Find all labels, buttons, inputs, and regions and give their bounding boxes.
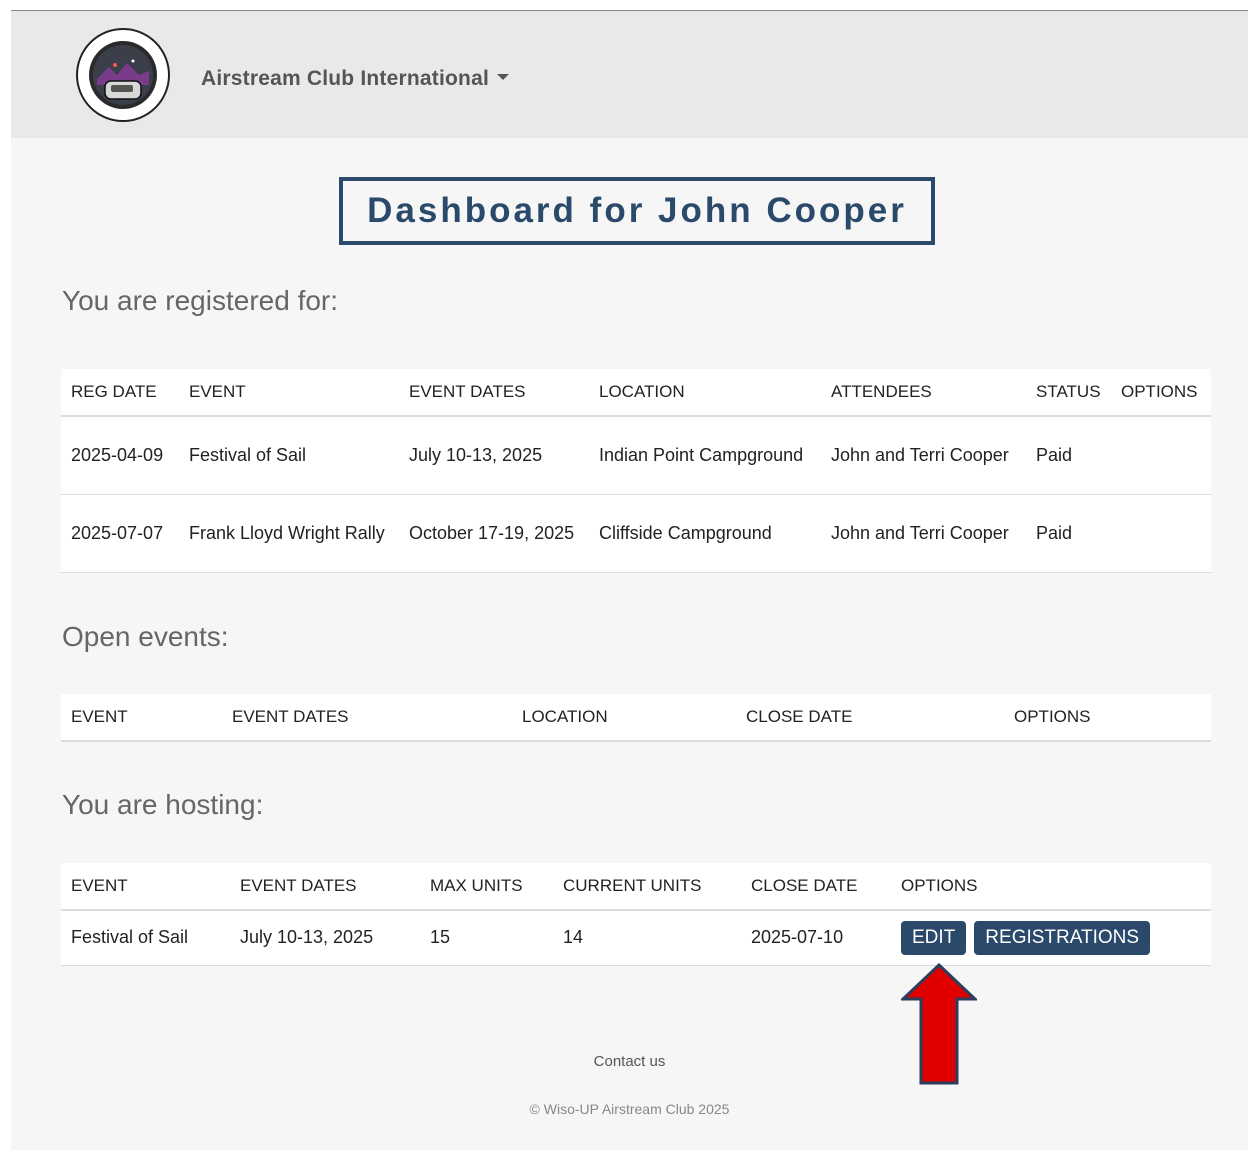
registrations-button[interactable]: REGISTRATIONS [974, 920, 1151, 955]
options-cell [1111, 494, 1211, 573]
close-date-cell: 2025-07-10 [741, 910, 891, 966]
brand-label: Airstream Club International [201, 67, 489, 90]
location-cell: Cliffside Campground [589, 494, 821, 573]
col-status: STATUS [1026, 369, 1111, 417]
open-events-heading: Open events: [62, 621, 229, 652]
table-header-row: REG DATE EVENT EVENT DATES LOCATION ATTE… [61, 369, 1211, 417]
col-reg-date: REG DATE [61, 369, 179, 417]
hosting-table: EVENT EVENT DATES MAX UNITS CURRENT UNIT… [61, 863, 1211, 966]
event-cell: Festival of Sail [61, 910, 230, 966]
table-header-row: EVENT EVENT DATES MAX UNITS CURRENT UNIT… [61, 863, 1211, 911]
table-header-row: EVENT EVENT DATES LOCATION CLOSE DATE OP… [61, 694, 1211, 742]
page-title-box: Dashboard for John Cooper [339, 177, 935, 245]
edit-button[interactable]: EDIT [901, 920, 967, 955]
location-cell: Indian Point Campground [589, 416, 821, 495]
col-location: LOCATION [589, 369, 821, 417]
attendees-cell: John and Terri Cooper [821, 416, 1026, 495]
copyright-text: © Wiso-UP Airstream Club 2025 [529, 1101, 730, 1117]
status-cell: Paid [1026, 494, 1111, 573]
event-dates-cell: July 10-13, 2025 [230, 910, 420, 966]
status-cell: Paid [1026, 416, 1111, 495]
col-event: EVENT [179, 369, 399, 417]
col-event-dates: EVENT DATES [222, 694, 512, 742]
event-dates-cell: October 17-19, 2025 [399, 494, 589, 573]
col-event-dates: EVENT DATES [399, 369, 589, 417]
contact-us-link[interactable]: Contact us [11, 1053, 1248, 1070]
registered-table: REG DATE EVENT EVENT DATES LOCATION ATTE… [61, 369, 1211, 573]
col-current-units: CURRENT UNITS [553, 863, 741, 911]
col-options: OPTIONS [1004, 694, 1211, 742]
brand-dropdown[interactable]: Airstream Club International [201, 67, 509, 91]
reg-date-cell: 2025-07-07 [61, 494, 179, 573]
club-logo-icon[interactable] [75, 27, 171, 123]
open-events-table: EVENT EVENT DATES LOCATION CLOSE DATE OP… [61, 694, 1211, 742]
current-units-cell: 14 [553, 910, 741, 966]
col-attendees: ATTENDEES [821, 369, 1026, 417]
page-title: Dashboard for John Cooper [367, 191, 907, 230]
col-options: OPTIONS [1111, 369, 1211, 417]
col-close-date: CLOSE DATE [741, 863, 891, 911]
registered-heading: You are registered for: [62, 285, 339, 316]
table-row: 2025-04-09 Festival of Sail July 10-13, … [61, 416, 1211, 495]
col-max-units: MAX UNITS [420, 863, 553, 911]
col-close-date: CLOSE DATE [736, 694, 1004, 742]
options-cell [1111, 416, 1211, 495]
reg-date-cell: 2025-04-09 [61, 416, 179, 495]
page-frame: Airstream Club International Dashboard f… [11, 10, 1248, 1150]
col-event: EVENT [61, 694, 222, 742]
chevron-down-icon [496, 74, 509, 80]
event-cell: Frank Lloyd Wright Rally [179, 494, 399, 573]
options-cell: EDIT REGISTRATIONS [891, 910, 1211, 966]
col-location: LOCATION [512, 694, 736, 742]
event-dates-cell: July 10-13, 2025 [399, 416, 589, 495]
table-row: Festival of Sail July 10-13, 2025 15 14 … [61, 910, 1211, 966]
hosting-heading: You are hosting: [62, 789, 264, 820]
col-event-dates: EVENT DATES [230, 863, 420, 911]
max-units-cell: 15 [420, 910, 553, 966]
col-options: OPTIONS [891, 863, 1211, 911]
event-cell: Festival of Sail [179, 416, 399, 495]
navbar: Airstream Club International [11, 11, 1248, 138]
table-row: 2025-07-07 Frank Lloyd Wright Rally Octo… [61, 494, 1211, 573]
attendees-cell: John and Terri Cooper [821, 494, 1026, 573]
col-event: EVENT [61, 863, 230, 911]
